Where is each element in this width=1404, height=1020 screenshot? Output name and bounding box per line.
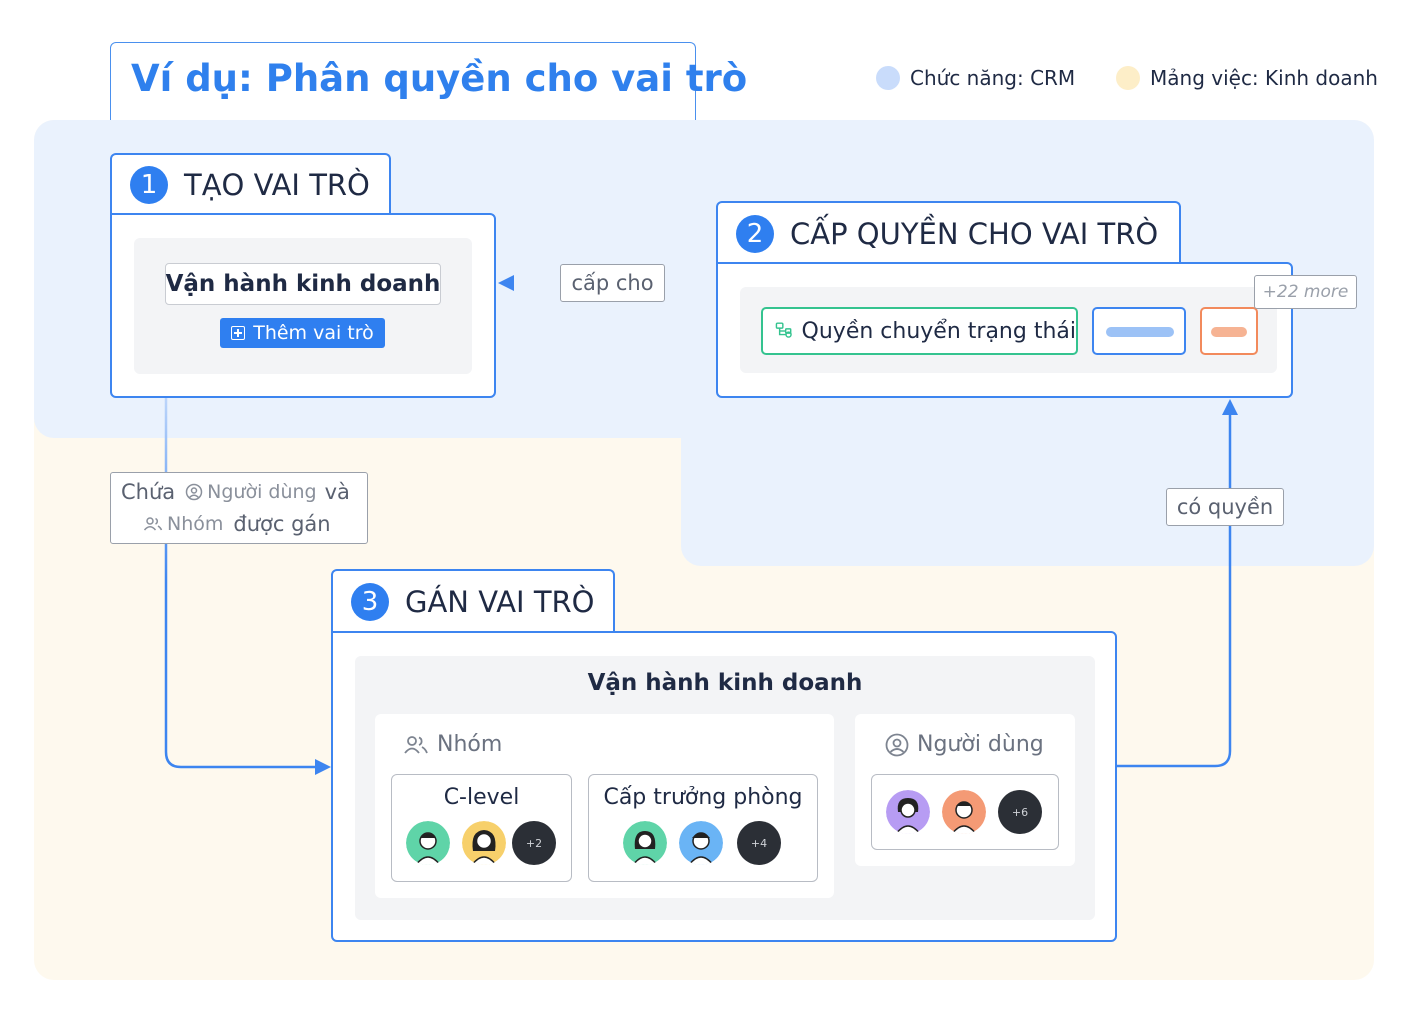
contains-and: và (324, 480, 350, 504)
contains-prefix: Chứa (121, 480, 176, 504)
more-permissions-tag: +22 more (1254, 275, 1357, 309)
placeholder-bar-orange (1211, 327, 1247, 337)
step2-number: 2 (736, 214, 774, 253)
status-flow-icon (775, 322, 792, 338)
step1-number: 1 (130, 166, 168, 204)
edge-contains-line1: Chứa Người dùng và (121, 480, 350, 504)
step3-inner: Vận hành kinh doanh Nhóm C-level +2 Cấp … (355, 656, 1095, 920)
avatar (462, 821, 506, 865)
avatar (942, 790, 986, 834)
contains-groups: Nhóm (167, 513, 224, 535)
avatar (623, 821, 667, 865)
user-icon (885, 733, 909, 756)
step1-card: Vận hành kinh doanh Thêm vai trò (110, 213, 496, 398)
step3-label: GÁN VAI TRÒ (405, 585, 595, 619)
contains-users: Người dùng (207, 481, 317, 503)
edge-has-permission-arrow (1222, 399, 1238, 415)
step1-tab: 1 TẠO VAI TRÒ (110, 153, 391, 215)
placeholder-bar-blue (1106, 327, 1174, 337)
edge-contains-arrow (315, 759, 331, 775)
group-card-c-level: C-level +2 (391, 774, 572, 882)
step1-inner: Vận hành kinh doanh Thêm vai trò (134, 238, 472, 374)
step3-tab: 3 GÁN VAI TRÒ (331, 569, 615, 633)
group-icon (143, 517, 163, 531)
users-card: +6 (871, 774, 1059, 850)
group-name: C-level (443, 785, 520, 810)
edge-has-permission-line (1117, 414, 1232, 768)
avatar-more: +6 (998, 790, 1042, 834)
step3-number: 3 (351, 583, 389, 621)
contains-suffix: được gán (233, 512, 331, 536)
avatar (886, 790, 930, 834)
edge-contains-line (164, 398, 316, 769)
step2-tab: 2 CẤP QUYỀN CHO VAI TRÒ (716, 201, 1181, 264)
plus-square-icon (231, 326, 246, 340)
group-icon (404, 735, 428, 754)
step1-label: TẠO VAI TRÒ (184, 168, 370, 202)
permission-chip-orange (1200, 307, 1258, 355)
users-header-label: Người dùng (917, 732, 1044, 757)
edge-grant-label: cấp cho (560, 264, 665, 302)
permission-chip: Quyền chuyển trạng thái (761, 307, 1078, 355)
add-role-button[interactable]: Thêm vai trò (220, 318, 385, 348)
step2-card: Quyền chuyển trạng thái (716, 262, 1293, 398)
users-header: Người dùng (885, 732, 1044, 757)
avatar (679, 821, 723, 865)
groups-panel: Nhóm C-level +2 Cấp trưởng phòng +4 (375, 714, 834, 898)
edge-contains-line2: Nhóm được gán (143, 512, 331, 536)
add-role-label: Thêm vai trò (253, 322, 374, 344)
edge-grant-arrow (498, 275, 514, 291)
users-panel: Người dùng +6 (855, 714, 1075, 866)
edge-contains-label: Chứa Người dùng và Nhóm được gán (110, 472, 368, 544)
permission-label: Quyền chuyển trạng thái (801, 318, 1076, 344)
permission-chip-blue (1092, 307, 1186, 355)
avatar-more: +4 (737, 821, 781, 865)
group-name: Cấp trưởng phòng (603, 785, 803, 810)
edge-has-permission-label: có quyền (1166, 488, 1284, 526)
avatar (406, 821, 450, 865)
role-name-box: Vận hành kinh doanh (165, 263, 441, 305)
step2-inner: Quyền chuyển trạng thái (740, 287, 1277, 373)
user-icon (185, 483, 203, 501)
group-card-truong-phong: Cấp trưởng phòng +4 (588, 774, 818, 882)
step3-role-name: Vận hành kinh doanh (587, 670, 863, 696)
groups-header-label: Nhóm (437, 732, 503, 757)
avatar-more: +2 (512, 821, 556, 865)
step3-card: Vận hành kinh doanh Nhóm C-level +2 Cấp … (331, 631, 1117, 942)
step2-label: CẤP QUYỀN CHO VAI TRÒ (790, 216, 1159, 251)
groups-header: Nhóm (403, 732, 502, 757)
